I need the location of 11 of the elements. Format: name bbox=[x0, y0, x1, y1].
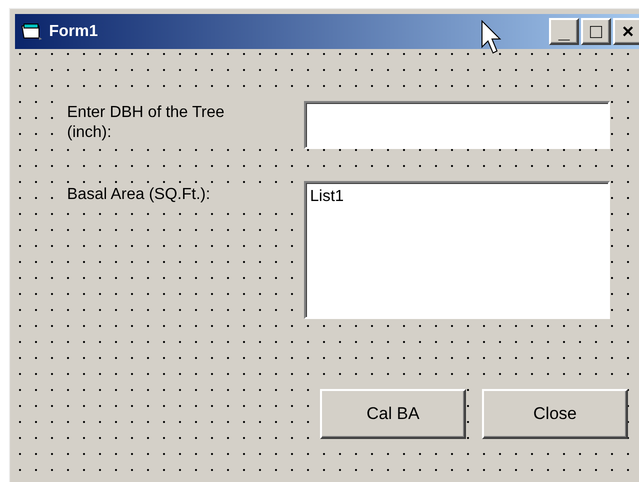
list-box[interactable]: List1 bbox=[304, 181, 610, 319]
close-button[interactable]: × bbox=[613, 18, 639, 45]
list-item[interactable]: List1 bbox=[310, 187, 604, 207]
close-form-button[interactable]: Close bbox=[482, 389, 628, 439]
input-field[interactable] bbox=[304, 101, 610, 149]
window-title: Form1 bbox=[49, 22, 98, 42]
maximize-button[interactable]: □ bbox=[581, 18, 611, 45]
calculate-button[interactable]: Cal BA bbox=[320, 389, 466, 439]
form-icon bbox=[21, 22, 43, 40]
minimize-button[interactable]: _ bbox=[549, 18, 579, 45]
cursor-icon bbox=[481, 20, 503, 56]
